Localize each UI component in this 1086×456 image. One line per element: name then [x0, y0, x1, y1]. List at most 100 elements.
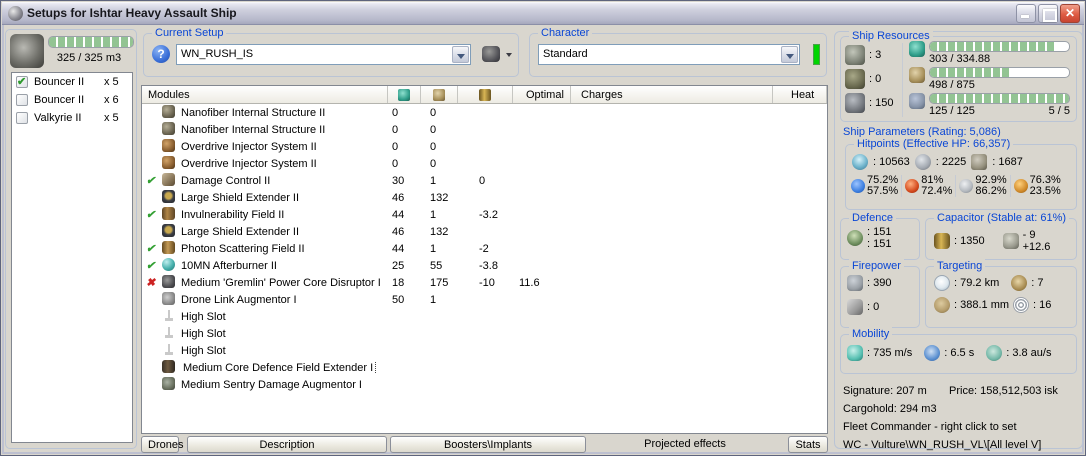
setup-select[interactable]: WN_RUSH_IS	[176, 44, 471, 65]
drone-checkbox[interactable]	[16, 94, 28, 106]
module-cap: -2	[479, 242, 489, 255]
shield-extender-module-icon	[162, 223, 175, 237]
module-row[interactable]: 10MN Afterburner II 25 55 -3.8	[142, 257, 827, 274]
header-cpu[interactable]	[387, 86, 420, 103]
drone-list-item[interactable]: Bouncer II x 6	[12, 91, 132, 109]
status-cell	[142, 276, 162, 289]
icon-cell	[162, 138, 181, 155]
drone-list-item[interactable]: Bouncer II x 5	[12, 73, 132, 91]
title-bar[interactable]: Setups for Ishtar Heavy Assault Ship	[2, 2, 1084, 25]
tab-description[interactable]: Description	[187, 436, 387, 453]
setup-dropdown-arrow-icon[interactable]	[452, 46, 469, 63]
max-targets-value: : 7	[1031, 277, 1044, 289]
character-group: Character Standard	[529, 26, 827, 77]
fitting-tools-button[interactable]	[482, 44, 514, 65]
module-row[interactable]: Damage Control II 30 1 0	[142, 172, 827, 189]
module-cpu: 30	[392, 174, 405, 187]
module-optimal: 11.6	[519, 276, 540, 289]
module-row[interactable]: Nanofiber Internal Structure II 0 0	[142, 121, 827, 138]
missile-firepower-icon	[847, 299, 863, 315]
module-row[interactable]: Photon Scattering Field II 44 1 -2	[142, 240, 827, 257]
close-button[interactable]	[1060, 3, 1080, 23]
module-row[interactable]: Medium 'Gremlin' Power Core Disruptor I …	[142, 274, 827, 291]
calibration-value: : 150	[869, 97, 894, 109]
maximize-button[interactable]	[1038, 3, 1058, 23]
minimize-button[interactable]	[1016, 3, 1036, 23]
turret-firepower-icon	[847, 275, 863, 291]
header-modules[interactable]: Modules	[142, 86, 387, 103]
em-resist-icon	[851, 179, 865, 193]
capacitor-column-icon	[479, 88, 491, 101]
header-charges[interactable]: Charges	[570, 86, 772, 103]
drone-bay-capacity-fill	[49, 37, 133, 47]
header-powergrid[interactable]	[420, 86, 457, 103]
help-icon[interactable]	[152, 45, 170, 63]
hitpoints-group: Hitpoints (Effective HP: 66,357) : 10563…	[845, 137, 1077, 210]
module-pg: 1	[430, 242, 437, 255]
drone-list[interactable]: Bouncer II x 5 Bouncer II x 6 Valkyrie I…	[11, 72, 133, 443]
agility-icon	[924, 345, 941, 361]
powergrid-usage-text: 498 / 875	[929, 79, 975, 91]
invulnerability-field-module-icon	[162, 206, 175, 220]
module-cap: -3.2	[479, 208, 498, 221]
tab-stats[interactable]: Stats	[788, 436, 828, 453]
header-optimal[interactable]: Optimal	[512, 86, 570, 103]
module-pg: 0	[430, 140, 437, 153]
module-pg: 132	[430, 191, 449, 204]
drone-bay-panel: 325 / 325 m3 Bouncer II x 5 Bouncer II x…	[5, 29, 137, 449]
launcher-hardpoints-icon	[845, 69, 865, 89]
drone-bandwidth-icon	[909, 93, 925, 109]
character-dropdown-arrow-icon[interactable]	[781, 46, 798, 63]
character-select[interactable]: Standard	[538, 44, 800, 65]
defence-group: Defence : 151: 151	[840, 211, 920, 260]
header-capacitor[interactable]	[457, 86, 512, 103]
sensor-strength-value: : 16	[1033, 299, 1052, 311]
tab-drones[interactable]: Drones	[141, 436, 183, 453]
module-row[interactable]: Invulnerability Field II 44 1 -3.2	[142, 206, 827, 223]
drone-list-item[interactable]: Valkyrie II x 5	[12, 109, 132, 127]
drone-checkbox[interactable]	[16, 112, 28, 124]
drone-checkbox-checked[interactable]	[16, 75, 28, 88]
fits-check-icon	[146, 260, 155, 272]
icon-cell	[162, 376, 181, 393]
drone-bandwidth-bar	[929, 93, 1070, 104]
module-row-selected[interactable]: Medium Core Defence Field Extender I	[142, 359, 827, 376]
status-cell	[142, 208, 162, 221]
module-row[interactable]: High Slot	[142, 308, 827, 325]
module-cap: -3.8	[479, 259, 498, 272]
module-row[interactable]: Overdrive Injector System II 0 0	[142, 138, 827, 155]
module-row[interactable]: Drone Link Augmentor I 50 1	[142, 291, 827, 308]
module-row[interactable]: High Slot	[142, 325, 827, 342]
header-heat[interactable]: Heat	[772, 86, 827, 103]
fleet-commander-text[interactable]: Fleet Commander - right click to set	[843, 418, 1076, 436]
empty-high-slot-icon	[162, 325, 175, 339]
module-row[interactable]: Overdrive Injector System II 0 0	[142, 155, 827, 172]
hardpoints-column: : 3 : 0 : 150	[845, 43, 903, 117]
module-pg: 132	[430, 225, 449, 238]
capacitor-label: Capacitor (Stable at: 61%)	[934, 211, 1070, 225]
module-row[interactable]: Medium Sentry Damage Augmentor I	[142, 376, 827, 393]
module-row[interactable]: High Slot	[142, 342, 827, 359]
tab-boosters-implants[interactable]: Boosters\Implants	[390, 436, 586, 453]
wing-commander-text[interactable]: WC - Vulture\WN_RUSH_VL\[All level V]	[843, 436, 1076, 454]
icon-cell	[162, 121, 181, 138]
module-row[interactable]: Large Shield Extender II 46 132	[142, 223, 827, 240]
armor-hp-value: : 2225	[935, 156, 967, 168]
does-not-fit-icon	[146, 277, 155, 289]
thermal-resist-icon	[905, 179, 920, 193]
modules-table-header[interactable]: Modules Optimal Charges Heat	[142, 86, 827, 104]
module-row[interactable]: Nanofiber Internal Structure II 0 0	[142, 104, 827, 121]
signature-text: Signature: 207 m	[843, 385, 927, 397]
power-core-disruptor-module-icon	[162, 274, 175, 288]
module-row[interactable]: Large Shield Extender II 46 132	[142, 189, 827, 206]
capacitor-recharge: +12.6	[1022, 241, 1051, 253]
capacitor-icon	[934, 233, 950, 249]
ship-summary-text: Signature: 207 m Price: 158,512,503 isk …	[843, 382, 1076, 455]
fits-check-icon	[146, 243, 155, 255]
firepower-group: Firepower : 390 : 0	[840, 259, 920, 328]
tab-projected-effects[interactable]: Projected effects	[589, 436, 781, 453]
module-name: Damage Control II	[181, 174, 271, 187]
missile-firepower-value: : 0	[867, 301, 880, 313]
mobility-label: Mobility	[849, 327, 893, 341]
character-select-value: Standard	[543, 48, 588, 60]
